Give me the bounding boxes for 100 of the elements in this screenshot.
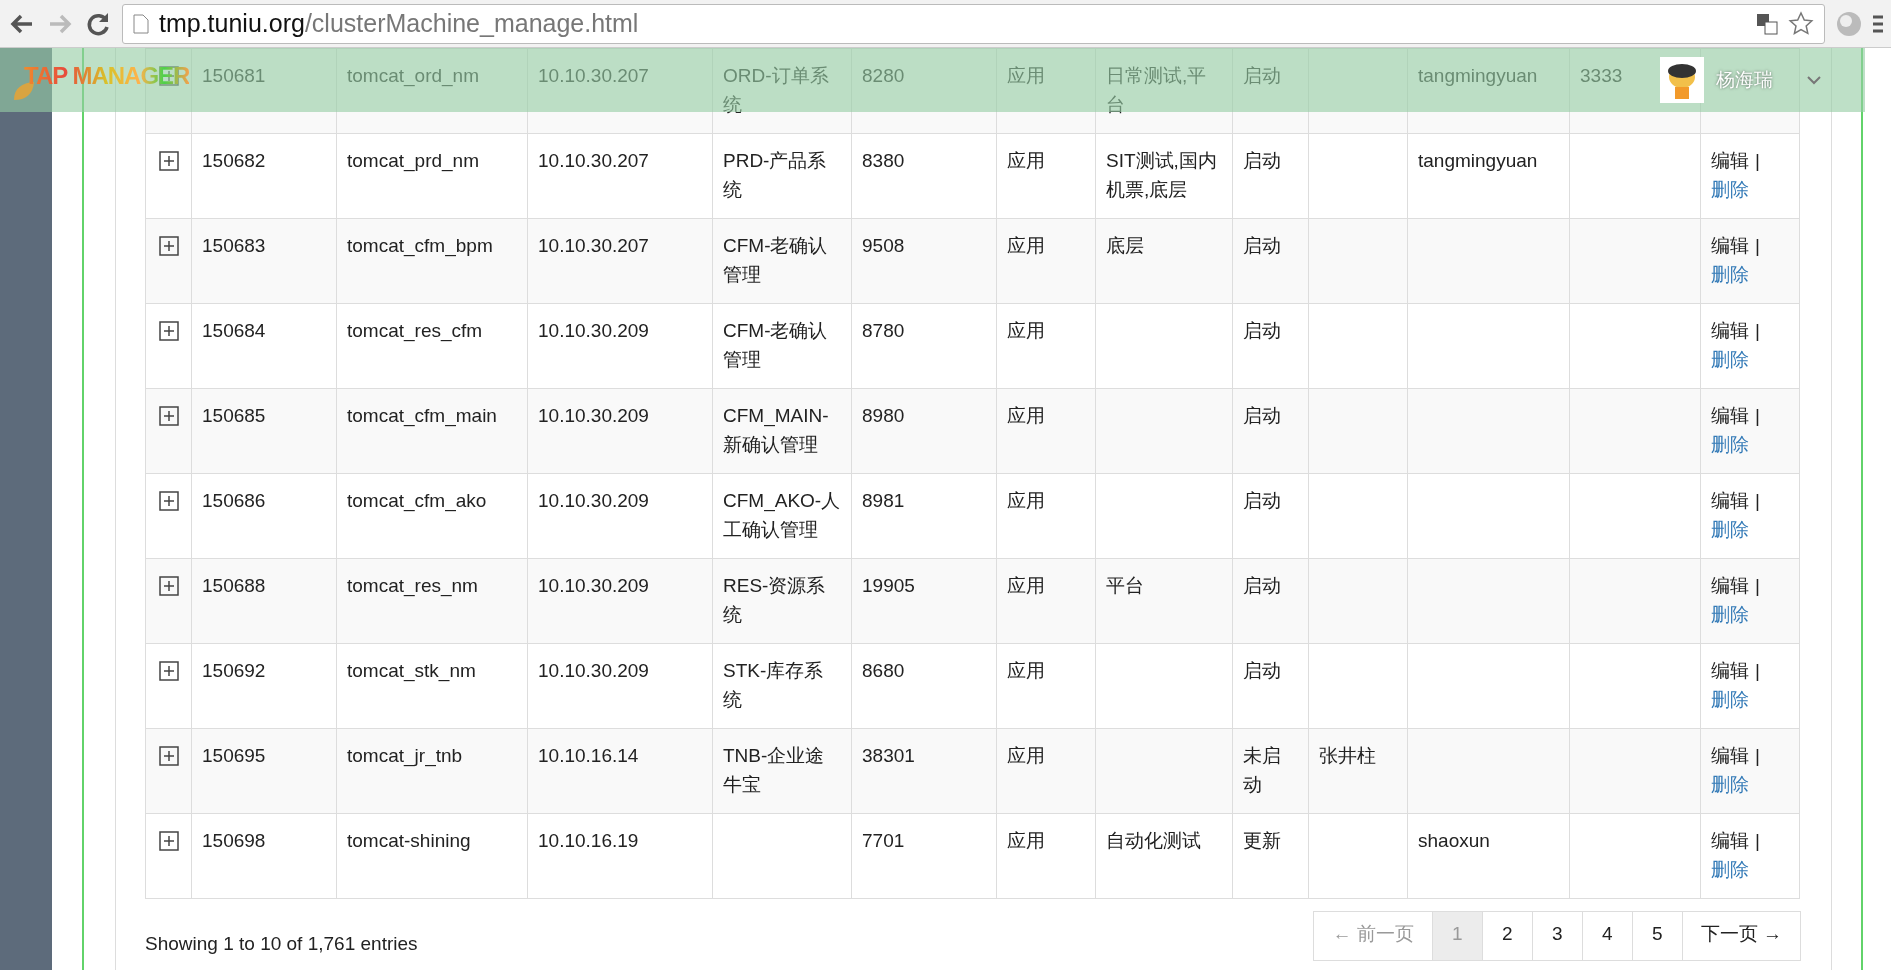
status-cell: 未启动 bbox=[1243, 745, 1281, 795]
name-cell: tomcat_jr_tnb bbox=[347, 745, 463, 766]
ip-cell: 10.10.30.209 bbox=[538, 490, 649, 511]
delete-link[interactable]: 删除 bbox=[1711, 349, 1749, 370]
owner-cell: shaoxun bbox=[1418, 830, 1490, 851]
page-button[interactable]: 5 bbox=[1631, 911, 1683, 961]
address-bar[interactable]: tmp.tuniu.org/clusterMachine_manage.html bbox=[122, 3, 1825, 44]
id-cell: 150686 bbox=[202, 490, 266, 511]
system-cell: RES-资源系统 bbox=[723, 575, 826, 625]
name-cell: tomcat_res_cfm bbox=[347, 320, 483, 341]
avatar-icon[interactable] bbox=[1660, 57, 1704, 103]
tag-cell: 自动化测试 bbox=[1106, 830, 1201, 851]
separator-text: | bbox=[1755, 320, 1760, 341]
port-cell: 8981 bbox=[862, 490, 905, 511]
port-cell: 8380 bbox=[862, 150, 905, 171]
name-cell: tomcat-shining bbox=[347, 830, 471, 851]
delete-link[interactable]: 删除 bbox=[1711, 264, 1749, 285]
port-cell: 9508 bbox=[862, 235, 905, 256]
delete-link[interactable]: 删除 bbox=[1711, 434, 1749, 455]
delete-link[interactable]: 删除 bbox=[1711, 604, 1749, 625]
name-cell: tomcat_cfm_ako bbox=[347, 490, 487, 511]
system-cell: ORD-订单系统 bbox=[723, 65, 829, 115]
expand-icon[interactable] bbox=[158, 151, 179, 171]
separator-text: | bbox=[1755, 490, 1760, 511]
edit-link[interactable]: 编辑 bbox=[1711, 150, 1749, 171]
separator-text: | bbox=[1755, 575, 1760, 596]
edit-link[interactable]: 编辑 bbox=[1711, 830, 1749, 851]
edit-link[interactable]: 编辑 bbox=[1711, 320, 1749, 341]
name-cell: tomcat_stk_nm bbox=[347, 660, 476, 681]
owner-cell: tangmingyuan bbox=[1418, 65, 1538, 86]
ip-cell: 10.10.16.19 bbox=[538, 830, 639, 851]
expand-icon[interactable] bbox=[158, 321, 179, 341]
delete-link[interactable]: 删除 bbox=[1711, 689, 1749, 710]
type-cell: 应用 bbox=[1007, 660, 1045, 681]
translate-icon[interactable] bbox=[1756, 12, 1778, 35]
expand-icon[interactable] bbox=[158, 831, 179, 851]
ip-cell: 10.10.30.209 bbox=[538, 660, 649, 681]
name-cell: tomcat_cfm_bpm bbox=[347, 235, 493, 256]
ip-cell: 10.10.30.207 bbox=[538, 65, 649, 86]
port-cell: 19905 bbox=[862, 575, 915, 596]
page-button[interactable]: 2 bbox=[1481, 911, 1533, 961]
status-cell: 更新 bbox=[1243, 830, 1281, 851]
tag-cell: 底层 bbox=[1106, 235, 1144, 256]
entries-info: Showing 1 to 10 of 1,761 entries bbox=[145, 933, 418, 955]
expand-icon[interactable] bbox=[158, 746, 179, 766]
system-cell: PRD-产品系统 bbox=[723, 150, 827, 200]
id-cell: 150688 bbox=[202, 575, 266, 596]
edit-link[interactable]: 编辑 bbox=[1711, 575, 1749, 596]
owner-cell: tangmingyuan bbox=[1418, 150, 1538, 171]
tag-cell: SIT测试,国内机票,底层 bbox=[1106, 150, 1217, 200]
status-cell: 启动 bbox=[1243, 575, 1281, 596]
delete-link[interactable]: 删除 bbox=[1711, 179, 1749, 200]
name-cell: tomcat_cfm_main bbox=[347, 405, 497, 426]
status-cell: 启动 bbox=[1243, 490, 1281, 511]
expand-icon[interactable] bbox=[158, 406, 179, 426]
ip-cell: 10.10.30.209 bbox=[538, 405, 649, 426]
id-cell: 150685 bbox=[202, 405, 266, 426]
edit-link[interactable]: 编辑 bbox=[1711, 660, 1749, 681]
id-cell: 150682 bbox=[202, 150, 266, 171]
type-cell: 应用 bbox=[1007, 405, 1045, 426]
id-cell: 150698 bbox=[202, 830, 266, 851]
id-cell: 150695 bbox=[202, 745, 266, 766]
page-button[interactable]: 4 bbox=[1581, 911, 1633, 961]
separator-text: | bbox=[1755, 660, 1760, 681]
type-cell: 应用 bbox=[1007, 745, 1045, 766]
edit-link[interactable]: 编辑 bbox=[1711, 745, 1749, 766]
status-cell: 启动 bbox=[1243, 320, 1281, 341]
system-cell: CFM-老确认管理 bbox=[723, 320, 828, 370]
expand-icon[interactable] bbox=[158, 236, 179, 256]
system-cell: CFM_MAIN-新确认管理 bbox=[723, 405, 829, 455]
status-cell: 启动 bbox=[1243, 405, 1281, 426]
separator-text: | bbox=[1755, 235, 1760, 256]
port-cell: 8780 bbox=[862, 320, 905, 341]
separator-text: | bbox=[1755, 830, 1760, 851]
system-cell: TNB-企业途牛宝 bbox=[723, 745, 825, 795]
delete-link[interactable]: 删除 bbox=[1711, 774, 1749, 795]
name-cell: tomcat_res_nm bbox=[347, 575, 478, 596]
delete-link[interactable]: 删除 bbox=[1711, 859, 1749, 880]
expand-icon[interactable] bbox=[158, 661, 179, 681]
status-cell: 启动 bbox=[1243, 235, 1281, 256]
edit-link[interactable]: 编辑 bbox=[1711, 490, 1749, 511]
delete-link[interactable]: 删除 bbox=[1711, 519, 1749, 540]
page-button[interactable]: 3 bbox=[1531, 911, 1583, 961]
ip-cell: 10.10.30.209 bbox=[538, 320, 649, 341]
id-cell: 150683 bbox=[202, 235, 266, 256]
next-page-button[interactable]: 下一页 → bbox=[1681, 911, 1801, 961]
star-icon[interactable] bbox=[1788, 10, 1814, 37]
expand-icon[interactable] bbox=[158, 576, 179, 596]
tag-cell: 平台 bbox=[1106, 575, 1144, 596]
table-cell: 3333 bbox=[1580, 65, 1623, 86]
ip-cell: 10.10.30.209 bbox=[538, 575, 649, 596]
page-icon bbox=[133, 13, 149, 34]
type-cell: 应用 bbox=[1007, 235, 1045, 256]
type-cell: 应用 bbox=[1007, 320, 1045, 341]
edit-link[interactable]: 编辑 bbox=[1711, 405, 1749, 426]
type-cell: 应用 bbox=[1007, 490, 1045, 511]
system-cell: CFM_AKO-人工确认管理 bbox=[723, 490, 841, 540]
expand-icon[interactable] bbox=[158, 491, 179, 511]
edit-link[interactable]: 编辑 bbox=[1711, 235, 1749, 256]
id-cell: 150692 bbox=[202, 660, 266, 681]
